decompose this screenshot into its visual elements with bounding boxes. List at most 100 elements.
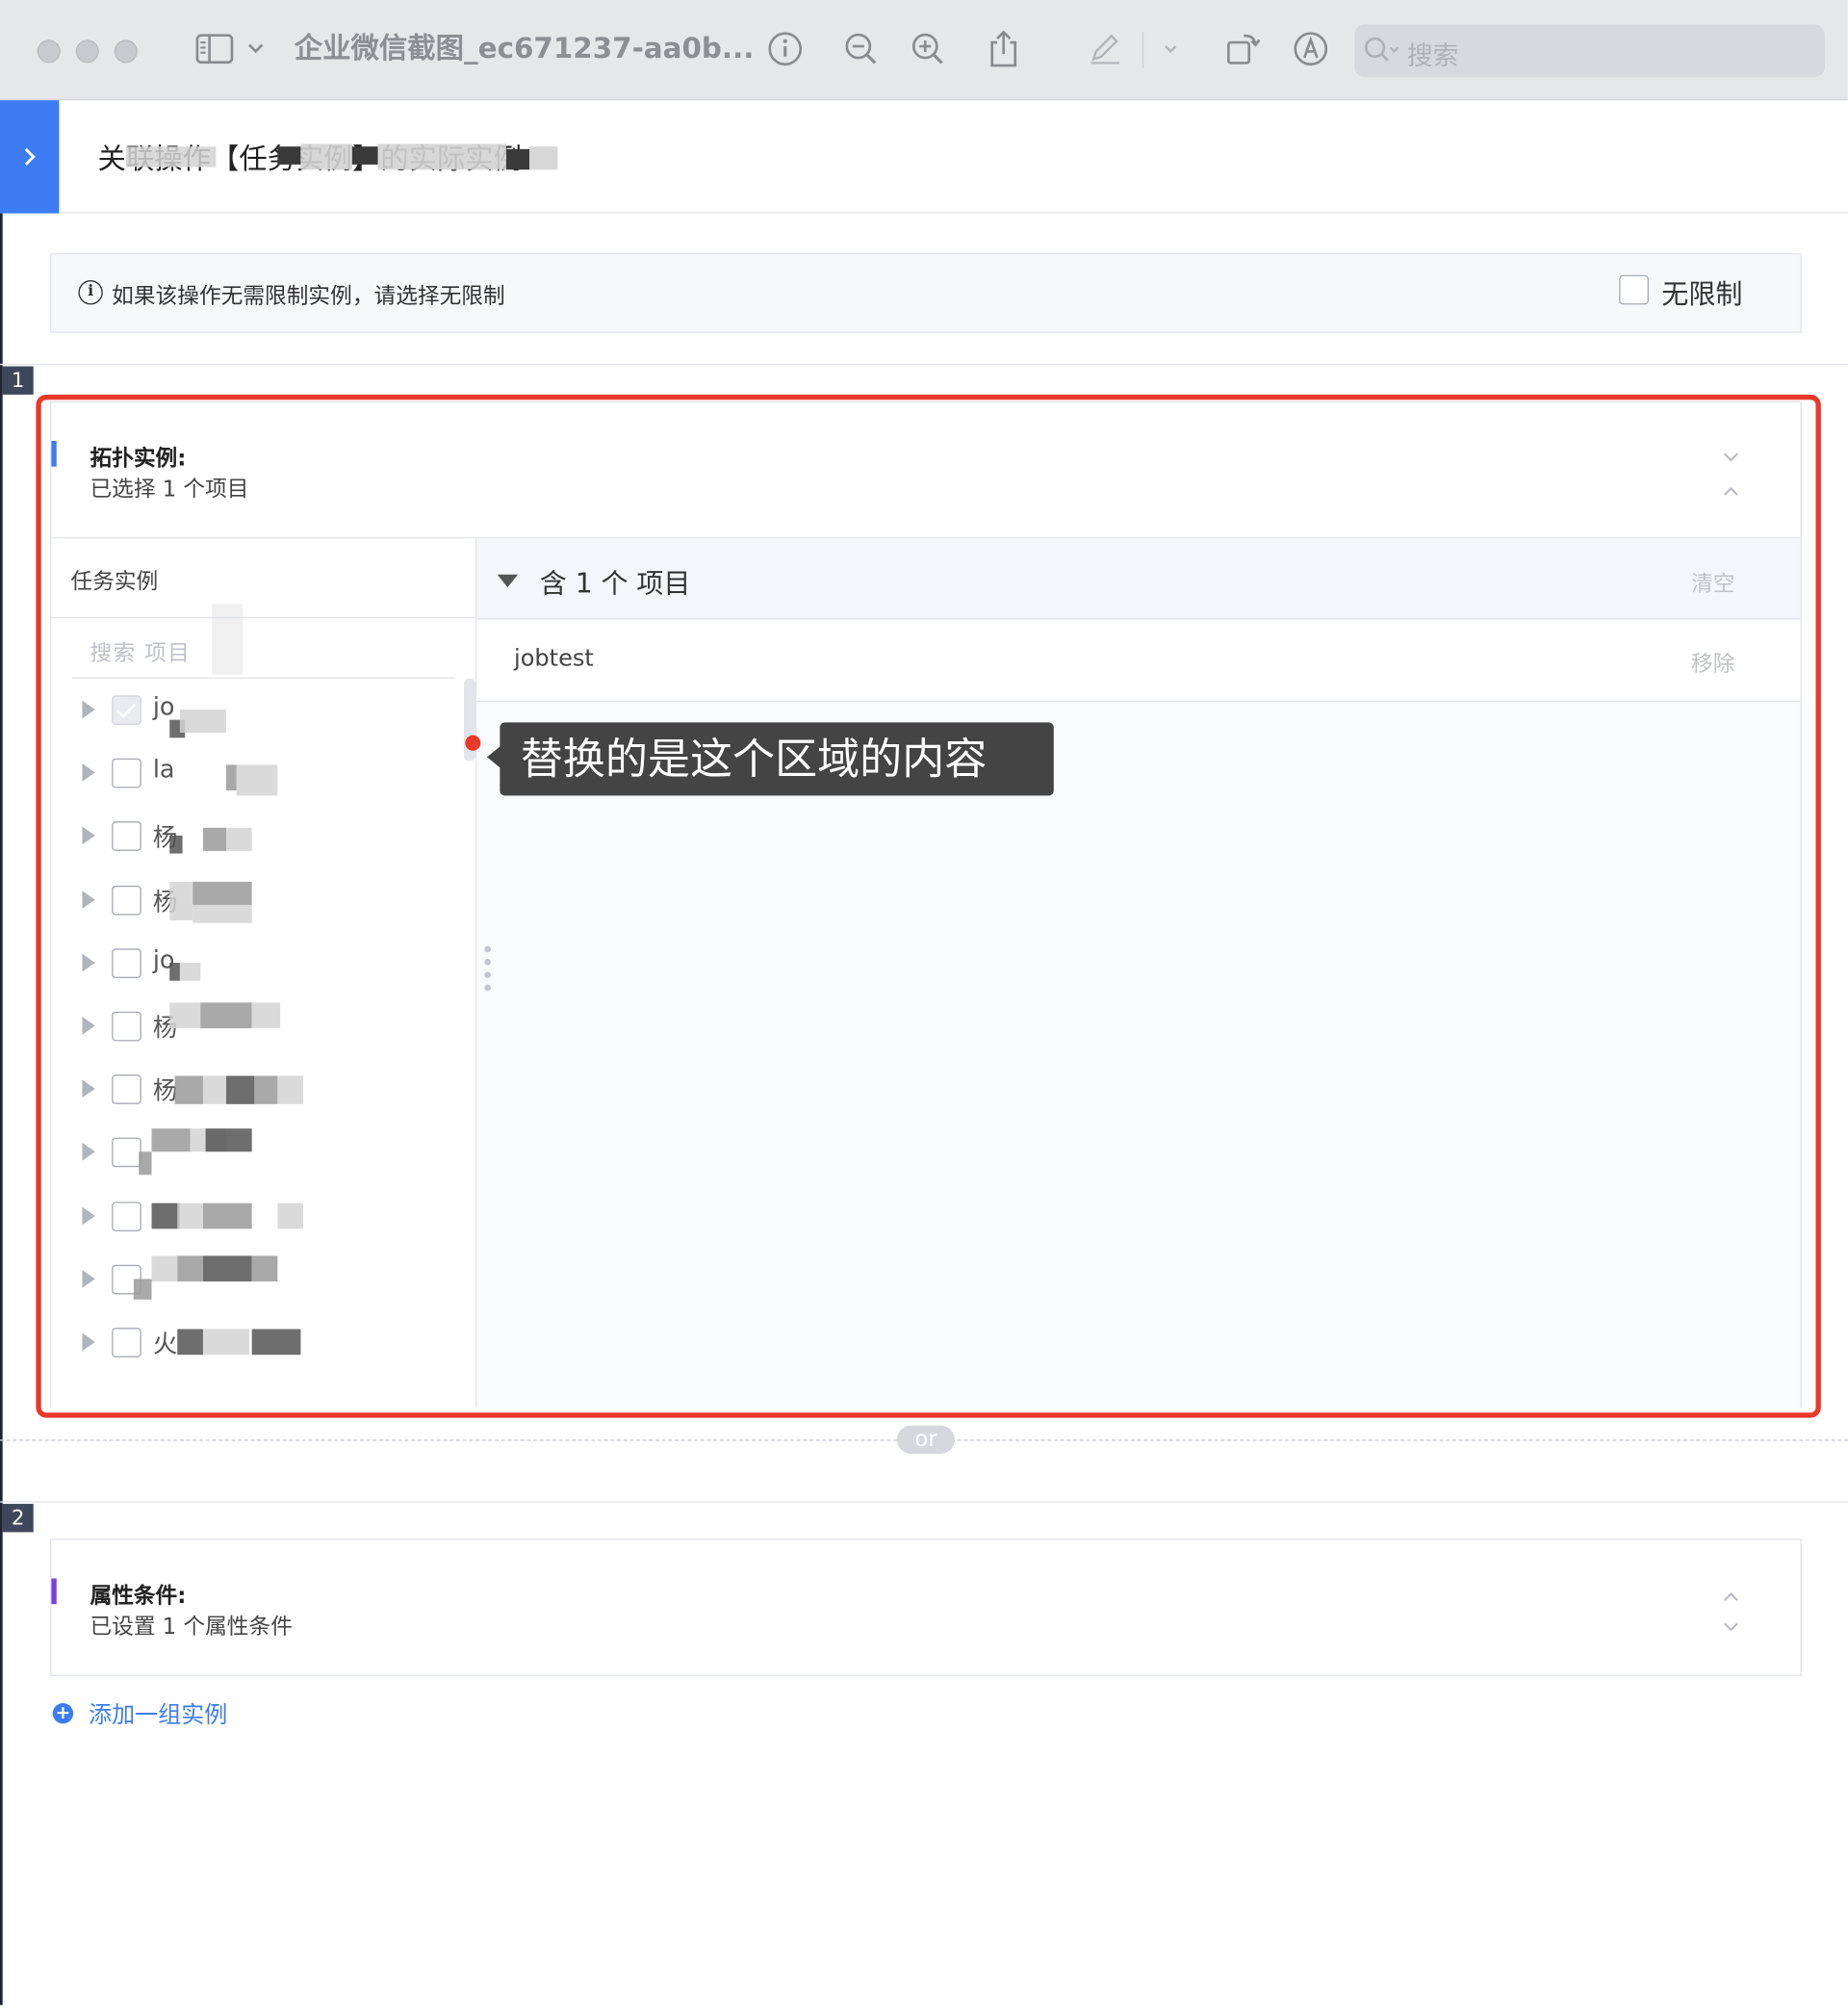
- redaction-mosaic: [177, 1202, 203, 1228]
- attribute-condition-card: [50, 1538, 1802, 1676]
- instance-tree-header: 任务实例: [70, 569, 159, 596]
- redaction-mosaic: [125, 143, 563, 172]
- caret-right-icon[interactable]: [82, 1143, 95, 1162]
- group-index-badge: 2: [2, 1504, 34, 1533]
- redaction-mosaic: [202, 1255, 252, 1281]
- tree-item-label[interactable]: 火: [153, 1325, 177, 1359]
- topology-instance-summary: 已选择 1 个项目: [90, 477, 249, 504]
- resize-handle-dot[interactable]: [484, 984, 492, 992]
- selected-item-row: [476, 619, 1801, 702]
- resize-handle-dot[interactable]: [484, 971, 492, 979]
- remove-button[interactable]: 移除: [1691, 645, 1734, 678]
- tree-item-label[interactable]: 杨: [153, 1073, 177, 1107]
- tree-clip-mask: [52, 1405, 475, 1418]
- minimize-window-button[interactable]: [75, 39, 99, 64]
- group-index-badge: 1: [2, 366, 34, 395]
- no-limit-checkbox[interactable]: [1619, 274, 1649, 305]
- tree-item-checkbox[interactable]: [112, 1201, 141, 1231]
- caret-right-icon[interactable]: [82, 890, 95, 909]
- chevron-right-icon: [24, 147, 36, 166]
- tree-item-checkbox[interactable]: [112, 885, 141, 916]
- collapse-triangle-icon[interactable]: [497, 574, 519, 588]
- redaction-mosaic: [133, 1279, 152, 1300]
- redaction-mosaic: [151, 1255, 178, 1281]
- tree-item-checkbox[interactable]: [112, 695, 141, 725]
- redaction-mosaic: [277, 1075, 304, 1105]
- expand-panel-button[interactable]: [0, 100, 60, 214]
- add-circle-icon[interactable]: +: [52, 1703, 74, 1724]
- sidebar-toggle-icon[interactable]: [192, 28, 236, 69]
- caret-right-icon[interactable]: [82, 763, 95, 782]
- no-limit-label[interactable]: 无限制: [1661, 273, 1742, 312]
- clear-button[interactable]: 清空: [1691, 565, 1734, 598]
- redaction-mosaic: [169, 1002, 201, 1029]
- tree-item-label[interactable]: jo: [153, 693, 175, 721]
- annotation-dot: [465, 735, 481, 751]
- resize-handle-dot[interactable]: [484, 945, 492, 953]
- redaction-mosaic: [177, 1329, 203, 1356]
- topology-instance-title: 拓扑实例:: [90, 446, 187, 472]
- zoom-out-icon[interactable]: [841, 28, 880, 69]
- share-icon[interactable]: [985, 28, 1023, 69]
- chevron-up-icon[interactable]: [1722, 1584, 1740, 1608]
- info-icon[interactable]: [766, 28, 805, 69]
- chevron-down-icon[interactable]: [1722, 1615, 1740, 1639]
- annotation-callout: 替换的是这个区域的内容: [500, 722, 1054, 796]
- selected-item-name: jobtest: [514, 645, 594, 673]
- caret-right-icon[interactable]: [82, 1206, 95, 1225]
- close-window-button[interactable]: [37, 39, 61, 64]
- caret-right-icon[interactable]: [82, 1017, 95, 1035]
- tree-item-checkbox[interactable]: [112, 948, 141, 978]
- annotate-icon[interactable]: [1292, 28, 1330, 69]
- redaction-mosaic: [169, 962, 180, 981]
- redaction-mosaic: [202, 1202, 252, 1228]
- redaction-mosaic: [179, 709, 226, 734]
- redaction-mosaic: [169, 881, 193, 920]
- tree-item-checkbox[interactable]: [112, 1138, 141, 1168]
- tree-item-checkbox[interactable]: [112, 1328, 141, 1357]
- zoom-window-button[interactable]: [114, 39, 138, 64]
- redaction-mosaic: [251, 1255, 278, 1281]
- redaction-mosaic: [254, 1075, 278, 1105]
- left-edge-line: [0, 213, 3, 2005]
- zoom-in-icon[interactable]: [909, 28, 947, 69]
- tree-item-checkbox[interactable]: [112, 758, 141, 788]
- markup-pen-icon[interactable]: [1086, 28, 1124, 69]
- redaction-mosaic: [200, 1002, 252, 1029]
- chevron-down-icon[interactable]: [242, 28, 270, 69]
- redaction-mosaic: [202, 1329, 250, 1356]
- resize-handle-dot[interactable]: [484, 958, 492, 966]
- tree-search-input[interactable]: 搜索 项目: [90, 635, 191, 667]
- chevron-down-icon[interactable]: [1157, 28, 1185, 69]
- caret-right-icon[interactable]: [82, 1079, 95, 1098]
- tree-item-checkbox[interactable]: [112, 1074, 141, 1105]
- attribute-condition-title: 属性条件:: [90, 1583, 187, 1610]
- redaction-mosaic: [192, 904, 252, 923]
- redaction-mosaic: [205, 1128, 252, 1152]
- redaction-mosaic: [251, 1329, 301, 1356]
- toolbar-search-placeholder: 搜索: [1406, 39, 1459, 71]
- caret-right-icon[interactable]: [82, 700, 95, 719]
- tree-item-checkbox[interactable]: [112, 821, 141, 852]
- caret-right-icon[interactable]: [82, 1332, 95, 1352]
- header-divider: [59, 212, 1848, 214]
- caret-right-icon[interactable]: [82, 953, 95, 972]
- or-badge: or: [896, 1425, 955, 1454]
- caret-right-icon[interactable]: [82, 1269, 95, 1288]
- attribute-condition-summary: 已设置 1 个属性条件: [90, 1614, 293, 1641]
- section-divider: [0, 363, 1848, 366]
- tree-item-checkbox[interactable]: [112, 1011, 141, 1042]
- chevron-up-icon[interactable]: [1722, 478, 1740, 503]
- redaction-mosaic: [174, 1075, 203, 1105]
- redaction-mosaic: [179, 962, 201, 981]
- redaction-mosaic: [225, 764, 237, 791]
- chevron-down-icon[interactable]: [1722, 445, 1740, 469]
- window-title: 企业微信截图_ec671237-aa0b...: [294, 33, 755, 66]
- redaction-mosaic: [225, 828, 252, 852]
- caret-right-icon[interactable]: [82, 826, 95, 845]
- add-instance-group-link[interactable]: 添加一组实例: [89, 1696, 227, 1730]
- redaction-mosaic: [202, 828, 226, 852]
- rotate-icon[interactable]: [1223, 28, 1262, 69]
- redaction-mosaic: [277, 1202, 304, 1228]
- tree-item-label[interactable]: la: [153, 756, 175, 784]
